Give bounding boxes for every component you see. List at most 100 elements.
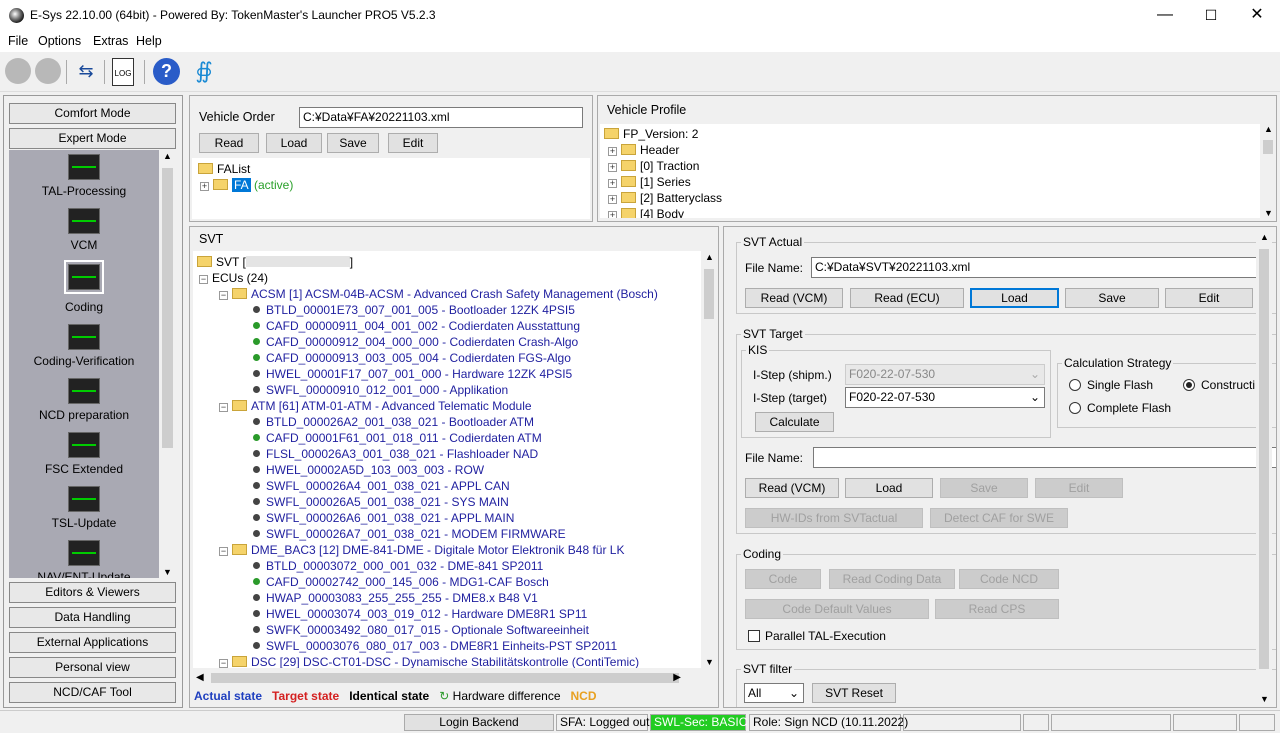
svt-target-read-vcm-button[interactable]: Read (VCM): [745, 478, 839, 498]
collapse-icon[interactable]: −: [219, 659, 228, 668]
fp-node-header[interactable]: Header: [640, 143, 679, 157]
expand-icon[interactable]: +: [608, 195, 617, 204]
svt-item[interactable]: HWAP_00003083_255_255_255 - DME8.x B48 V…: [253, 590, 538, 606]
right-panel-scrollbar[interactable]: ▲ ▼: [1256, 231, 1272, 705]
vehicle-order-file-input[interactable]: C:¥Data¥FA¥20221103.xml: [299, 107, 583, 128]
svt-vscrollbar[interactable]: ▲ ▼: [701, 251, 717, 668]
editors-viewers-button[interactable]: Editors & Viewers: [9, 582, 176, 603]
expand-icon[interactable]: +: [608, 147, 617, 156]
svt-item[interactable]: CAFD_00001F61_001_018_011 - Codierdaten …: [253, 430, 542, 446]
personal-view-button[interactable]: Personal view: [9, 657, 176, 678]
svt-actual-read-vcm-button[interactable]: Read (VCM): [745, 288, 843, 308]
tool-fsc-extended[interactable]: FSC Extended: [9, 432, 159, 476]
svt-item[interactable]: HWEL_00002A5D_103_003_003 - ROW: [253, 462, 484, 478]
close-icon[interactable]: ✕: [1234, 0, 1280, 31]
fa-read-button[interactable]: Read: [199, 133, 259, 153]
data-handling-button[interactable]: Data Handling: [9, 607, 176, 628]
vehicle-profile-scrollbar[interactable]: ▲ ▼: [1260, 124, 1276, 218]
menu-extras[interactable]: Extras: [93, 34, 128, 48]
svt-target-edit-button[interactable]: Edit: [1035, 478, 1123, 498]
ecu-node[interactable]: − ATM [61] ATM-01-ATM - Advanced Telemati…: [219, 398, 532, 414]
svt-actual-edit-button[interactable]: Edit: [1165, 288, 1253, 308]
svt-item[interactable]: SWFL_000026A5_001_038_021 - SYS MAIN: [253, 494, 509, 510]
tools-scrollbar[interactable]: ▲ ▼: [159, 150, 176, 578]
svt-item[interactable]: HWEL_00003074_003_019_012 - Hardware DME…: [253, 606, 587, 622]
svt-hscrollbar[interactable]: ◀ ▶: [193, 670, 701, 686]
ecu-node[interactable]: − DSC [29] DSC-CT01-DSC - Dynamische Stab…: [219, 654, 639, 668]
svt-reset-button[interactable]: SVT Reset: [812, 683, 896, 703]
svt-target-load-button[interactable]: Load: [845, 478, 933, 498]
svt-item[interactable]: CAFD_00000912_004_000_000 - Codierdaten …: [253, 334, 578, 350]
tool-vcm[interactable]: VCM: [9, 208, 159, 252]
svt-item[interactable]: SWFK_00003492_080_017_015 - Optionale So…: [253, 622, 589, 638]
ecu-node[interactable]: − ACSM [1] ACSM-04B-ACSM - Advanced Crash…: [219, 286, 658, 302]
help-icon[interactable]: ?: [153, 58, 180, 85]
svt-item[interactable]: CAFD_00000911_004_001_002 - Codierdaten …: [253, 318, 580, 334]
svt-item[interactable]: BTLD_00003072_000_001_032 - DME-841 SP20…: [253, 558, 543, 574]
svt-actual-save-button[interactable]: Save: [1065, 288, 1159, 308]
tool-tsl-update[interactable]: TSL-Update: [9, 486, 159, 530]
minimize-icon[interactable]: —: [1142, 0, 1188, 31]
single-flash-radio[interactable]: Single Flash: [1069, 378, 1153, 392]
svt-target-file-input[interactable]: [813, 447, 1276, 468]
detect-caf-button[interactable]: Detect CAF for SWE: [930, 508, 1068, 528]
forward-icon[interactable]: [35, 58, 61, 84]
fa-node[interactable]: FA: [232, 178, 251, 192]
hw-ids-button[interactable]: HW-IDs from SVTactual: [745, 508, 923, 528]
collapse-icon[interactable]: −: [219, 403, 228, 412]
tool-coding[interactable]: Coding: [9, 260, 159, 314]
fa-edit-button[interactable]: Edit: [388, 133, 438, 153]
tool-ncd-preparation[interactable]: NCD preparation: [9, 378, 159, 422]
expert-mode-button[interactable]: Expert Mode: [9, 128, 176, 149]
svt-filter-select[interactable]: All ⌄: [744, 683, 804, 703]
svt-item[interactable]: SWFL_000026A7_001_038_021 - MODEM FIRMWA…: [253, 526, 566, 542]
svt-item[interactable]: HWEL_00001F17_007_001_000 - Hardware 12Z…: [253, 366, 572, 382]
svt-item[interactable]: CAFD_00002742_000_145_006 - MDG1-CAF Bos…: [253, 574, 549, 590]
falist-node[interactable]: FAList: [217, 162, 250, 176]
read-cps-button[interactable]: Read CPS: [935, 599, 1059, 619]
fp-node-body[interactable]: [4] Body: [640, 207, 684, 218]
code-ncd-button[interactable]: Code NCD: [959, 569, 1059, 589]
fa-save-button[interactable]: Save: [327, 133, 379, 153]
svt-item[interactable]: FLSL_000026A3_001_038_021 - Flashloader …: [253, 446, 538, 462]
back-icon[interactable]: [5, 58, 31, 84]
tool-tal-processing[interactable]: TAL-Processing: [9, 154, 159, 198]
svt-actual-read-ecu-button[interactable]: Read (ECU): [850, 288, 964, 308]
menu-file[interactable]: File: [8, 34, 28, 48]
launcher-icon[interactable]: ∯: [190, 58, 218, 86]
expand-icon[interactable]: +: [608, 179, 617, 188]
calculate-button[interactable]: Calculate: [755, 412, 834, 432]
fp-root-node[interactable]: FP_Version: 2: [623, 127, 698, 141]
connect-icon[interactable]: ⇆: [72, 58, 100, 86]
expand-icon[interactable]: +: [608, 163, 617, 172]
parallel-tal-checkbox[interactable]: Parallel TAL-Execution: [748, 629, 886, 643]
expand-icon[interactable]: +: [200, 182, 209, 191]
collapse-icon[interactable]: −: [219, 291, 228, 300]
read-coding-data-button[interactable]: Read Coding Data: [829, 569, 955, 589]
collapse-icon[interactable]: −: [199, 275, 208, 284]
expand-icon[interactable]: +: [608, 211, 617, 218]
tool-coding-verification[interactable]: Coding-Verification: [9, 324, 159, 368]
construction-radio[interactable]: Constructi: [1183, 378, 1255, 392]
ecu-node[interactable]: − DME_BAC3 [12] DME-841-DME - Digitale Mo…: [219, 542, 624, 558]
fp-node-traction[interactable]: [0] Traction: [640, 159, 699, 173]
svt-item[interactable]: SWFL_00003076_080_017_003 - DME8R1 Einhe…: [253, 638, 617, 654]
menu-options[interactable]: Options: [38, 34, 81, 48]
ncd-caf-tool-button[interactable]: NCD/CAF Tool: [9, 682, 176, 703]
complete-flash-radio[interactable]: Complete Flash: [1069, 401, 1171, 415]
comfort-mode-button[interactable]: Comfort Mode: [9, 103, 176, 124]
fp-node-series[interactable]: [1] Series: [640, 175, 691, 189]
log-icon[interactable]: LOG: [112, 58, 134, 86]
svt-root-node[interactable]: SVT [: [216, 255, 246, 269]
svt-item[interactable]: BTLD_00001E73_007_001_005 - Bootloader 1…: [253, 302, 575, 318]
login-backend-button[interactable]: Login Backend: [404, 714, 554, 731]
svt-item[interactable]: CAFD_00000913_003_005_004 - Codierdaten …: [253, 350, 571, 366]
external-applications-button[interactable]: External Applications: [9, 632, 176, 653]
tool-nav-ent-update[interactable]: NAV/ENT-Update: [9, 540, 159, 578]
maximize-icon[interactable]: ☐: [1188, 0, 1234, 31]
fp-node-batteryclass[interactable]: [2] Batteryclass: [640, 191, 722, 205]
svt-item[interactable]: SWFL_000026A4_001_038_021 - APPL CAN: [253, 478, 510, 494]
menu-help[interactable]: Help: [136, 34, 162, 48]
istep-target-select[interactable]: F020-22-07-530 ⌄: [845, 387, 1045, 408]
collapse-icon[interactable]: −: [219, 547, 228, 556]
